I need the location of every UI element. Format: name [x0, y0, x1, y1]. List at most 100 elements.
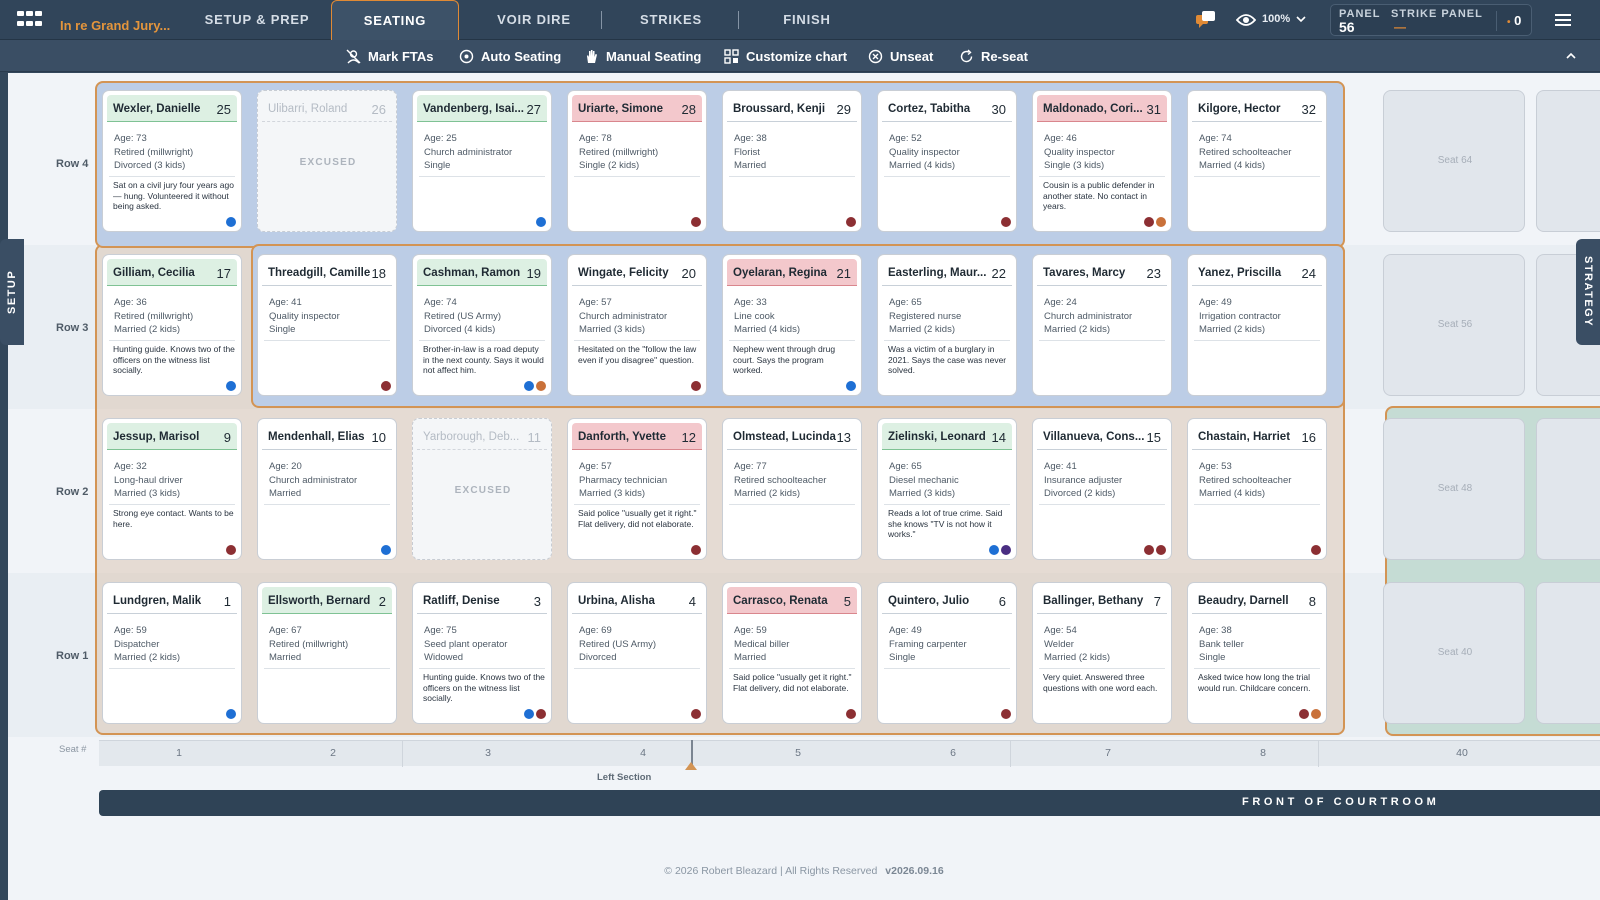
flag-dot-orange[interactable]	[536, 381, 546, 391]
empty-seat[interactable]	[1536, 90, 1600, 232]
juror-family: Divorced (3 kids)	[114, 160, 186, 171]
empty-seat[interactable]: Seat 40	[1383, 582, 1525, 724]
apps-grid-icon[interactable]	[17, 11, 43, 29]
juror-name: Tavares, Marcy	[1043, 267, 1126, 279]
flag-dot-red[interactable]	[691, 545, 701, 555]
case-title[interactable]: In re Grand Jury...	[60, 18, 170, 33]
empty-seat[interactable]	[1536, 582, 1600, 724]
flag-dot-purple[interactable]	[1001, 545, 1011, 555]
section-handle[interactable]	[685, 762, 697, 770]
customize-chart-button[interactable]: Customize chart	[724, 48, 847, 64]
flag-dot-red[interactable]	[691, 709, 701, 719]
juror-card[interactable]: Beaudry, Darnell 8 Age: 38 Bank teller Singl…	[1187, 582, 1327, 724]
flag-dot-red[interactable]	[381, 381, 391, 391]
juror-card[interactable]: Cashman, Ramon 19 Age: 74 Retired (US Army)…	[412, 254, 552, 396]
juror-card[interactable]: Gilliam, Cecilia 17 Age: 36 Retired (millwr…	[102, 254, 242, 396]
juror-card[interactable]: Yanez, Priscilla 24 Age: 49 Irrigation cont…	[1187, 254, 1327, 396]
juror-card[interactable]: Oyelaran, Regina 21 Age: 33 Line cook Marrie…	[722, 254, 862, 396]
flag-dot-blue[interactable]	[989, 545, 999, 555]
juror-card[interactable]: Lundgren, Malik 1 Age: 59 Dispatcher Married…	[102, 582, 242, 724]
juror-card[interactable]: Vandenberg, Isai... 27 Age: 25 Church admin…	[412, 90, 552, 232]
juror-card[interactable]: Ellsworth, Bernard 2 Age: 67 Retired (millw…	[257, 582, 397, 724]
juror-card[interactable]: Cortez, Tabitha 30 Age: 52 Quality inspecto…	[877, 90, 1017, 232]
flag-dot-blue[interactable]	[226, 709, 236, 719]
flag-dot-red[interactable]	[1311, 545, 1321, 555]
flag-dot-blue[interactable]	[226, 217, 236, 227]
eye-icon[interactable]	[1236, 13, 1256, 27]
flag-dot-red[interactable]	[226, 545, 236, 555]
tab-finish[interactable]: FINISH	[770, 0, 844, 40]
empty-seat[interactable]: Seat 64	[1383, 90, 1525, 232]
chevron-down-icon[interactable]	[1296, 15, 1306, 23]
flag-dot-blue[interactable]	[381, 545, 391, 555]
panel-counter[interactable]: PANEL 56 STRIKE PANEL — • 0	[1330, 4, 1532, 36]
juror-card[interactable]: Quintero, Julio 6 Age: 49 Framing carpenter…	[877, 582, 1017, 724]
flag-dot-blue[interactable]	[536, 217, 546, 227]
juror-card[interactable]: Carrasco, Renata 5 Age: 59 Medical biller Ma…	[722, 582, 862, 724]
flag-dot-red[interactable]	[1144, 545, 1154, 555]
manual-seating-button[interactable]: Manual Seating	[584, 48, 701, 64]
flag-dot-red[interactable]	[1001, 709, 1011, 719]
flag-dot-orange[interactable]	[1156, 217, 1166, 227]
juror-card[interactable]: Uriarte, Simone 28 Age: 78 Retired (millwri…	[567, 90, 707, 232]
flag-dot-orange[interactable]	[1311, 709, 1321, 719]
setup-side-tab[interactable]: SETUP	[0, 239, 24, 345]
juror-name: Beaudry, Darnell	[1198, 595, 1289, 607]
mark-ftas-button[interactable]: Mark FTAs	[346, 48, 434, 64]
juror-card[interactable]: Olmstead, Lucinda 13 Age: 77 Retired school…	[722, 418, 862, 560]
chat-icon[interactable]	[1196, 11, 1216, 28]
flag-dot-red[interactable]	[691, 381, 701, 391]
juror-card[interactable]: Ratliff, Denise 3 Age: 75 Seed plant operat…	[412, 582, 552, 724]
juror-card[interactable]: Chastain, Harriet 16 Age: 53 Retired school…	[1187, 418, 1327, 560]
strategy-side-tab[interactable]: STRATEGY	[1576, 239, 1600, 345]
juror-card[interactable]: Villanueva, Cons... 15 Age: 41 Insurance ad…	[1032, 418, 1172, 560]
juror-card[interactable]: Easterling, Maur... 22 Age: 65 Registered n…	[877, 254, 1017, 396]
reseat-button[interactable]: Re-seat	[959, 48, 1028, 64]
seating-toolbar: Mark FTAs Auto Seating Manual Seating Cu…	[0, 40, 1600, 72]
tab-voir-dire[interactable]: VOIR DIRE	[488, 0, 580, 40]
excused-seat-card[interactable]: Yarborough, Deb... 11 EXCUSED	[412, 418, 552, 560]
juror-card[interactable]: Kilgore, Hector 32 Age: 74 Retired schoolte…	[1187, 90, 1327, 232]
tab-setup-prep[interactable]: SETUP & PREP	[196, 0, 318, 40]
flag-dot-red[interactable]	[846, 709, 856, 719]
juror-card[interactable]: Threadgill, Camille 18 Age: 41 Quality insp…	[257, 254, 397, 396]
juror-flags	[524, 709, 546, 719]
juror-card[interactable]: Wingate, Felicity 20 Age: 57 Church adminis…	[567, 254, 707, 396]
juror-card[interactable]: Mendenhall, Elias 10 Age: 20 Church adminis…	[257, 418, 397, 560]
juror-card[interactable]: Danforth, Yvette 12 Age: 57 Pharmacy techni…	[567, 418, 707, 560]
unseat-button[interactable]: Unseat	[868, 48, 933, 64]
excused-seat-card[interactable]: Ulibarri, Roland 26 EXCUSED	[257, 90, 397, 232]
juror-card[interactable]: Urbina, Alisha 4 Age: 69 Retired (US Army) D…	[567, 582, 707, 724]
flag-dot-blue[interactable]	[524, 381, 534, 391]
juror-card[interactable]: Zielinski, Leonard 14 Age: 65 Diesel mechan…	[877, 418, 1017, 560]
empty-seat[interactable]: Seat 56	[1383, 254, 1525, 396]
flag-dot-blue[interactable]	[226, 381, 236, 391]
juror-card[interactable]: Maldonado, Cori... 31 Age: 46 Quality inspe…	[1032, 90, 1172, 232]
flag-dot-red[interactable]	[1001, 217, 1011, 227]
flag-dot-red[interactable]	[536, 709, 546, 719]
juror-flags	[226, 381, 236, 391]
flag-dot-red[interactable]	[846, 217, 856, 227]
flag-dot-red[interactable]	[1156, 545, 1166, 555]
tab-strikes[interactable]: STRIKES	[630, 0, 712, 40]
juror-card[interactable]: Broussard, Kenji 29 Age: 38 Florist Married	[722, 90, 862, 232]
excused-label: EXCUSED	[454, 485, 512, 496]
juror-card[interactable]: Wexler, Danielle 25 Age: 73 Retired (millwr…	[102, 90, 242, 232]
juror-card[interactable]: Jessup, Marisol 9 Age: 32 Long-haul driver M…	[102, 418, 242, 560]
juror-number: 15	[1146, 430, 1161, 445]
flag-dot-red[interactable]	[691, 217, 701, 227]
juror-card[interactable]: Ballinger, Bethany 7 Age: 54 Welder Married …	[1032, 582, 1172, 724]
zoom-level[interactable]: 100%	[1262, 13, 1290, 25]
chevron-up-icon[interactable]	[1565, 51, 1577, 61]
flag-dot-blue[interactable]	[846, 381, 856, 391]
flag-dot-blue[interactable]	[524, 709, 534, 719]
juror-details: Age: 25 Church administrator Single	[424, 132, 512, 173]
tab-seating[interactable]: SEATING	[331, 0, 459, 40]
menu-icon[interactable]	[1555, 14, 1571, 27]
empty-seat[interactable]: Seat 48	[1383, 418, 1525, 560]
juror-card[interactable]: Tavares, Marcy 23 Age: 24 Church administra…	[1032, 254, 1172, 396]
flag-dot-red[interactable]	[1144, 217, 1154, 227]
flag-dot-red[interactable]	[1299, 709, 1309, 719]
empty-seat[interactable]	[1536, 418, 1600, 560]
auto-seating-button[interactable]: Auto Seating	[459, 48, 561, 64]
